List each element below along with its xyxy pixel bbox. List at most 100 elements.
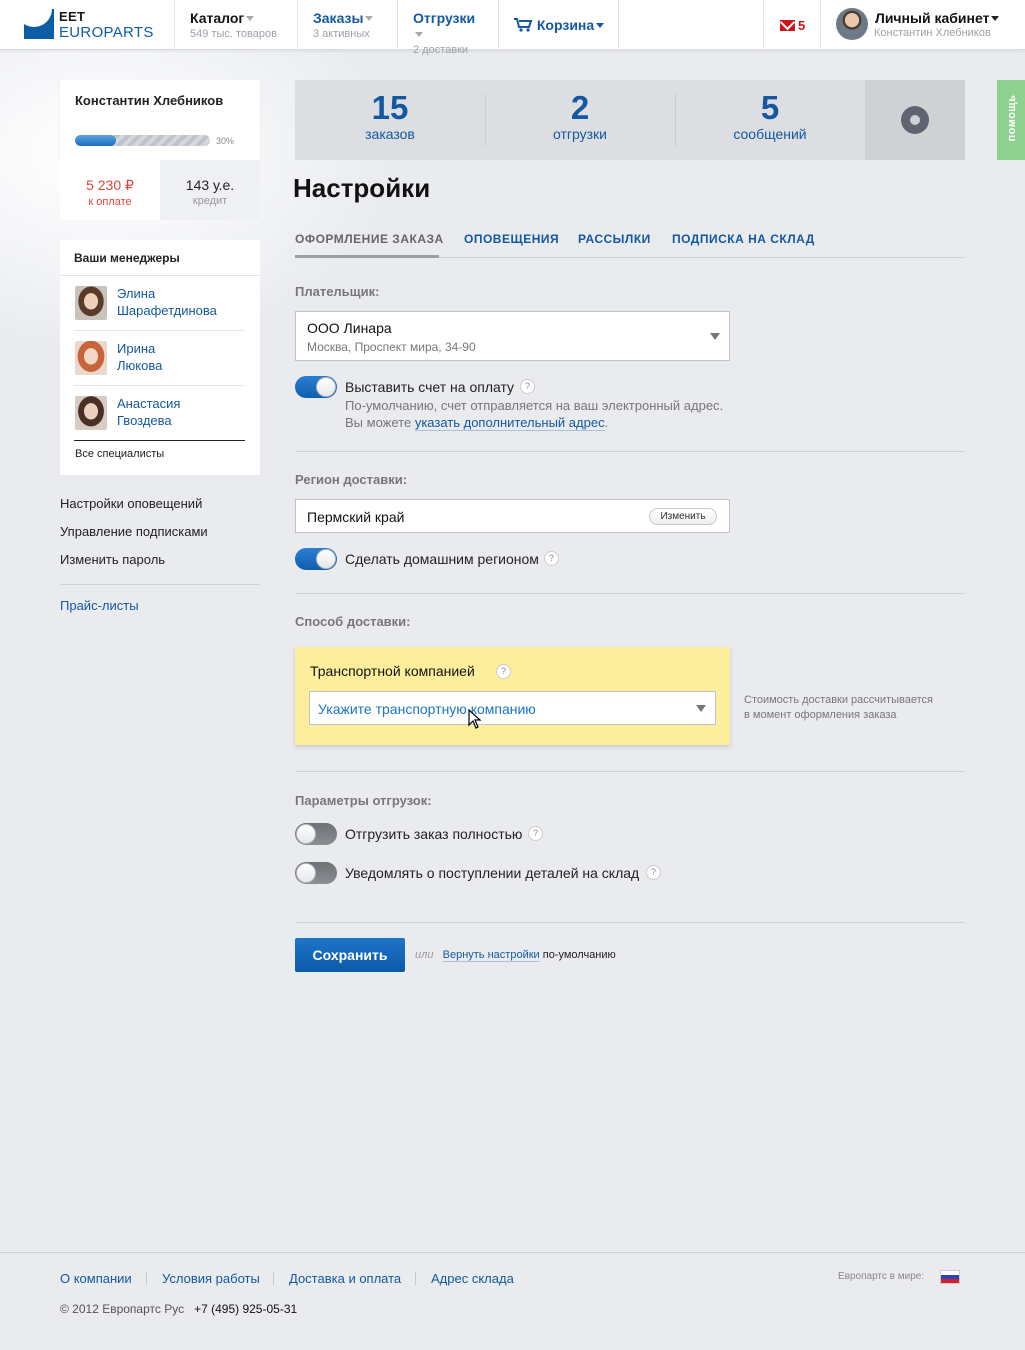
copyright: © 2012 Европартс Рус +7 (495) 925-05-31 (60, 1302, 297, 1316)
divider (146, 1272, 147, 1285)
tab-notifications[interactable]: ОПОВЕЩЕНИЯ (464, 232, 559, 258)
europarts-logo[interactable]: EET EUROPARTS (24, 9, 154, 41)
manager-item[interactable]: Анастасия Гвоздева (74, 386, 245, 441)
additional-address-link[interactable]: указать дополнительный адрес (414, 415, 605, 431)
delivery-label: Способ доставки: (295, 614, 411, 629)
manager-item[interactable]: Ирина Люкова (74, 331, 245, 386)
account-label: Личный кабинет (875, 10, 990, 26)
full-shipment-toggle[interactable] (295, 823, 337, 845)
stock-notify-toggle[interactable] (295, 862, 337, 884)
invoice-note-suffix: . (604, 415, 609, 430)
help-tab-label: помощь (1006, 94, 1018, 142)
payer-name: ООО Линара (307, 320, 392, 336)
stat-shipments[interactable]: 2 отгрузки (485, 80, 675, 160)
notification-settings-link[interactable]: Настройки оповещений (60, 497, 260, 525)
stat-orders[interactable]: 15 заказов (295, 80, 485, 160)
manager-item[interactable]: Элина Шарафетдинова (74, 276, 245, 331)
toggle-knob (296, 863, 316, 883)
manager-first-name: Ирина (117, 341, 156, 356)
stat-orders-value: 15 (371, 89, 409, 126)
stat-orders-label: заказов (365, 126, 415, 142)
mail-button[interactable]: 5 (763, 0, 821, 50)
chevron-down-icon (596, 23, 605, 28)
russia-flag-icon[interactable] (940, 1270, 960, 1284)
manager-photo (75, 396, 107, 430)
footer (0, 1252, 1025, 1350)
delivery-note-line1: Стоимость доставки рассчитывается (744, 694, 933, 706)
nav-orders-sub: 3 активных (313, 28, 370, 40)
home-region-toggle[interactable] (295, 548, 337, 570)
invoice-note: По-умолчанию, счет отправляется на ваш э… (345, 397, 723, 431)
price-lists-link[interactable]: Прайс-листы (60, 598, 139, 613)
credit-label: кредит (192, 195, 228, 207)
transport-company-select[interactable]: Укажите транспортную компанию (309, 691, 716, 729)
toggle-knob (316, 377, 336, 397)
payer-select[interactable]: ООО Линара Москва, Проспект мира, 34-90 (295, 311, 730, 361)
delivery-note-line2: в момент оформления заказа (744, 709, 897, 721)
profile-name: Константин Хлебников (75, 93, 224, 108)
help-question-icon[interactable]: ? (544, 551, 559, 566)
footer-terms-link[interactable]: Условия работы (162, 1271, 260, 1286)
divider (295, 593, 965, 594)
tab-order-design[interactable]: ОФОРМЛЕНИЕ ЗАКАЗА (295, 232, 443, 258)
stat-messages[interactable]: 5 сообщений (675, 80, 865, 160)
nav-orders[interactable]: Заказы 3 активных (297, 0, 397, 50)
payer-label: Плательщик: (295, 284, 380, 299)
help-question-icon[interactable]: ? (528, 826, 543, 841)
to-pay-label: к оплате (88, 196, 132, 208)
manager-photo (75, 286, 107, 320)
balance-panel: 5 230 ₽ к оплате 143 у.е. кредит (60, 160, 260, 220)
envelope-icon (780, 20, 795, 31)
dropdown-arrow-icon (696, 705, 706, 712)
stock-notify-toggle-label: Уведомлять о поступлении деталей на скла… (345, 865, 640, 881)
invoice-note-prefix: Вы можете (345, 415, 412, 430)
payer-address: Москва, Проспект мира, 34-90 (307, 340, 476, 354)
nav-cart[interactable]: Корзина (498, 0, 619, 50)
change-password-link[interactable]: Изменить пароль (60, 553, 260, 581)
all-specialists-link[interactable]: Все специалисты (75, 448, 164, 460)
settings-tabs: ОФОРМЛЕНИЕ ЗАКАЗА ОПОВЕЩЕНИЯ РАССЫЛКИ ПО… (295, 232, 965, 258)
invoice-toggle-label: Выставить счет на оплату (345, 379, 515, 395)
divider (273, 1272, 274, 1285)
managers-panel: Ваши менеджеры Элина Шарафетдинова Ирина Л… (60, 240, 260, 475)
chevron-down-icon (246, 16, 255, 21)
manager-photo (75, 341, 107, 375)
nav-shipments-label: Отгрузки (413, 10, 476, 26)
divider (295, 922, 965, 923)
nav-catalog-label: Каталог (190, 10, 245, 26)
invoice-toggle[interactable] (295, 376, 337, 398)
mouse-cursor-icon (468, 709, 482, 729)
nav-shipments[interactable]: Отгрузки 2 доставки (397, 0, 498, 56)
divider (60, 584, 260, 585)
tab-warehouse-subscription[interactable]: ПОДПИСКА НА СКЛАД (672, 232, 815, 258)
footer-warehouse-link[interactable]: Адрес склада (431, 1271, 514, 1286)
invoice-note-line1: По-умолчанию, счет отправляется на ваш э… (345, 398, 724, 413)
balance-credit: 143 у.е. кредит (160, 160, 260, 220)
help-tab[interactable]: помощь (997, 80, 1025, 160)
account-menu[interactable]: Личный кабинет Константин Хлебников (836, 8, 1016, 42)
footer-about-link[interactable]: О компании (60, 1271, 132, 1286)
help-question-icon[interactable]: ? (646, 865, 661, 880)
top-header: EET EUROPARTS Каталог 549 тыс. товаров З… (0, 0, 1025, 56)
manage-subscriptions-link[interactable]: Управление подписками (60, 525, 260, 553)
chevron-down-icon (415, 32, 423, 37)
reset-settings-link[interactable]: Вернуть настройки (442, 949, 540, 962)
page-title: Настройки (293, 173, 431, 203)
toggle-knob (296, 824, 316, 844)
settings-button[interactable] (865, 80, 965, 160)
transport-company-placeholder: Укажите транспортную компанию (318, 701, 536, 717)
help-question-icon[interactable]: ? (520, 379, 535, 394)
footer-delivery-link[interactable]: Доставка и оплата (289, 1271, 401, 1286)
divider (415, 1272, 416, 1285)
profile-progress-fill (75, 135, 116, 146)
save-button[interactable]: Сохранить (295, 938, 405, 972)
balance-to-pay[interactable]: 5 230 ₽ к оплате (60, 160, 160, 220)
tab-mailings[interactable]: РАССЫЛКИ (578, 232, 651, 258)
world-label: Европартс в мире: (838, 1271, 925, 1282)
dropdown-arrow-icon (710, 333, 720, 340)
help-question-icon[interactable]: ? (496, 664, 511, 679)
nav-catalog[interactable]: Каталог 549 тыс. товаров (174, 0, 297, 50)
manager-last-name: Шарафетдинова (117, 303, 217, 318)
region-change-button[interactable]: Изменить (649, 508, 717, 525)
stat-shipments-label: отгрузки (553, 126, 607, 142)
